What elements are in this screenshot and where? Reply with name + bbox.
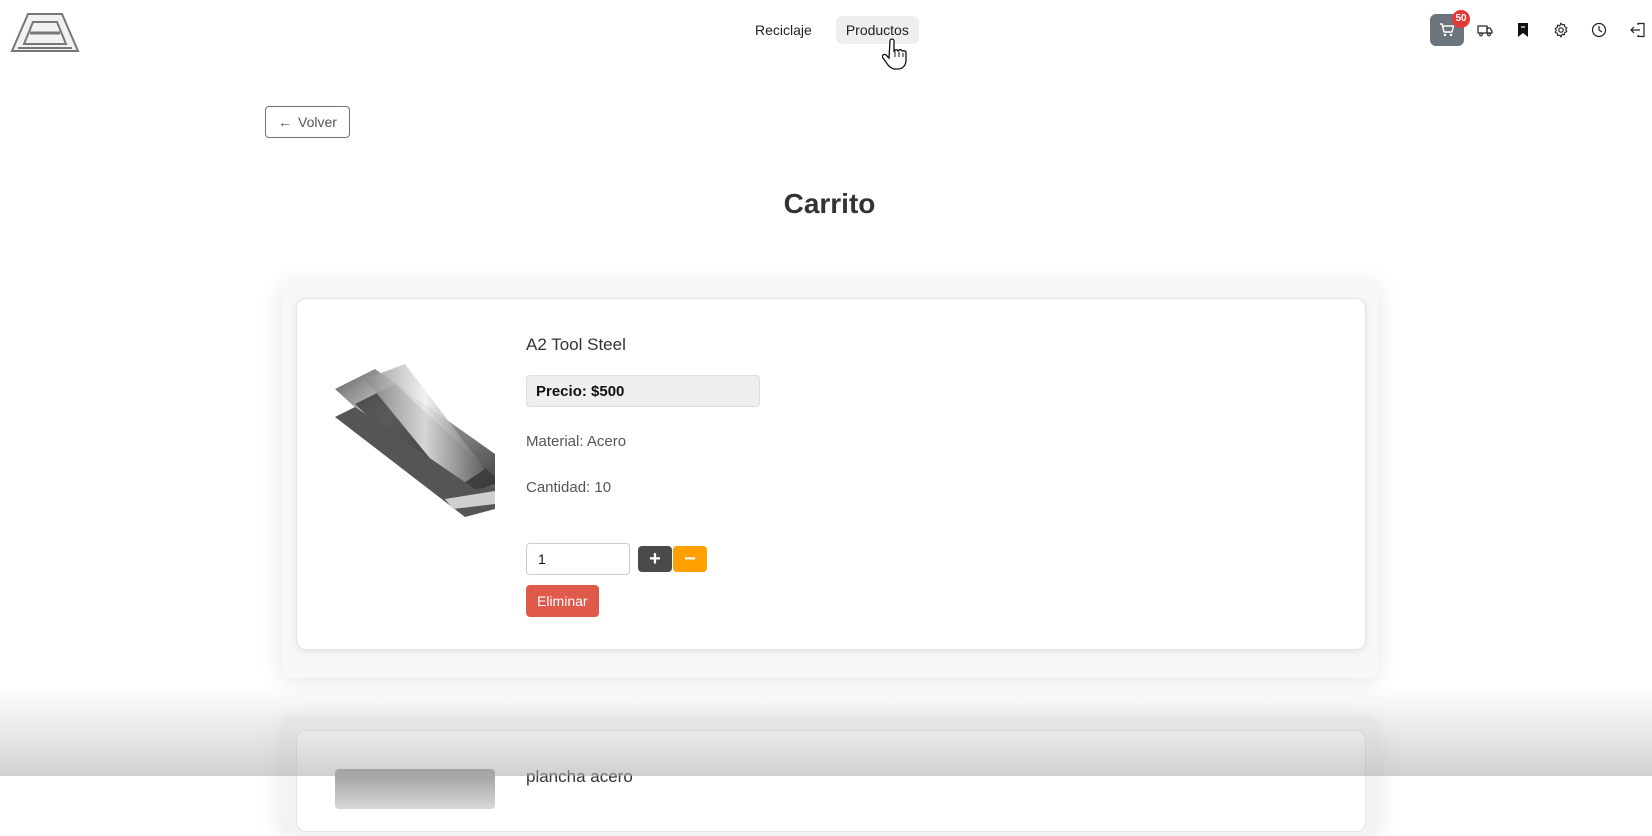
product-name: A2 Tool Steel	[526, 335, 626, 354]
arrow-left-icon: ←	[278, 114, 292, 130]
cart-item-card: plancha acero	[296, 730, 1366, 832]
product-name: plancha acero	[526, 767, 633, 786]
company-logo[interactable]	[8, 10, 82, 54]
product-image	[335, 364, 495, 517]
decrement-button[interactable]: −	[673, 546, 707, 572]
gear-icon	[1554, 22, 1568, 38]
cart-list-container: A2 Tool Steel Precio: $500 Material: Ace…	[282, 280, 1378, 678]
cart-list-container-2: plancha acero	[282, 716, 1378, 836]
header-icon-bar: 50	[1430, 10, 1652, 46]
bookmark-icon	[1518, 23, 1528, 37]
product-stock-quantity: Cantidad: 10	[526, 479, 612, 496]
nav-link-reciclaje[interactable]: Reciclaje	[745, 16, 822, 44]
cart-icon	[1440, 23, 1455, 37]
back-button[interactable]: ← Volver	[265, 106, 350, 138]
logout-button[interactable]	[1620, 14, 1652, 46]
settings-button[interactable]	[1544, 14, 1578, 46]
page-title: Carrito	[783, 188, 876, 219]
hand-cursor-icon	[882, 38, 907, 70]
history-button[interactable]	[1582, 14, 1616, 46]
truck-icon	[1477, 25, 1493, 37]
product-material: Material: Acero	[526, 433, 627, 450]
cart-button[interactable]: 50	[1430, 10, 1470, 46]
saved-button[interactable]	[1506, 14, 1540, 46]
product-price: Precio: $500	[526, 375, 760, 407]
clock-icon	[1591, 22, 1607, 38]
logout-icon	[1630, 22, 1645, 38]
remove-item-button[interactable]: Eliminar	[526, 585, 599, 617]
top-navbar: Reciclaje Productos 50	[0, 0, 1652, 70]
back-button-label: Volver	[298, 114, 337, 130]
product-image	[335, 769, 495, 809]
shipping-button[interactable]	[1468, 14, 1502, 46]
quantity-input[interactable]	[526, 543, 630, 575]
cart-item-card: A2 Tool Steel Precio: $500 Material: Ace…	[296, 298, 1366, 650]
increment-button[interactable]: +	[638, 546, 672, 572]
